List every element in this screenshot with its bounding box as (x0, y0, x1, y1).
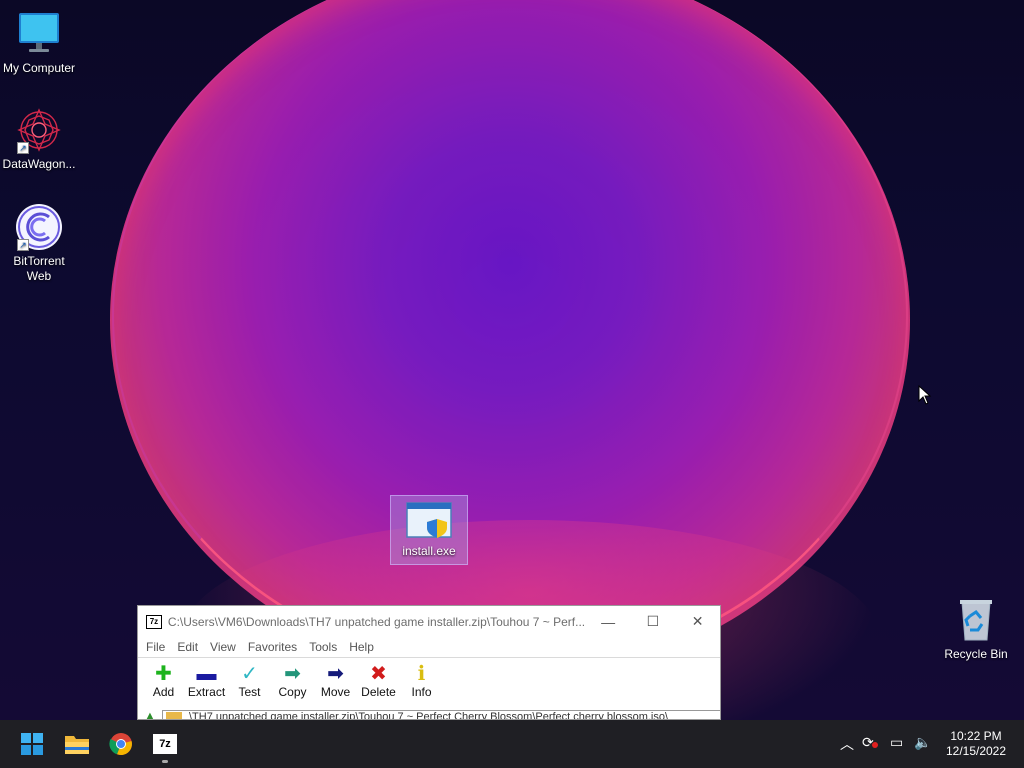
bittorrent-icon: ↗ (15, 203, 63, 251)
menu-help[interactable]: Help (343, 640, 380, 654)
menu-file[interactable]: File (140, 640, 171, 654)
desktop: My Computer ↗ DataWagon... ↗ BitTorrent … (0, 0, 1024, 720)
mouse-cursor-icon (918, 385, 932, 405)
volume-icon[interactable]: 🔈 (914, 734, 931, 751)
minimize-button[interactable]: — (586, 606, 631, 637)
desktop-icon-label: install.exe (402, 544, 456, 558)
info-button[interactable]: ℹ Info (400, 663, 443, 705)
desktop-icon-bittorrent-web[interactable]: ↗ BitTorrent Web (0, 203, 78, 284)
shortcut-arrow-icon: ↗ (17, 142, 29, 154)
copy-button[interactable]: ➡ Copy (271, 663, 314, 705)
extract-label: Extract (187, 685, 226, 699)
shortcut-arrow-icon: ↗ (17, 239, 29, 251)
chrome-button[interactable] (103, 726, 139, 762)
folder-up-icon[interactable]: ▲ (138, 710, 162, 719)
folder-icon (65, 736, 89, 754)
7zip-file-manager-window[interactable]: 7z C:\Users\VM6\Downloads\TH7 unpatched … (137, 605, 721, 720)
delete-button[interactable]: ✖ Delete (357, 663, 400, 705)
desktop-icon-label: DataWagon... (2, 157, 76, 171)
datawagon-icon: ↗ (15, 106, 63, 154)
installer-exe-icon (405, 501, 453, 541)
test-label: Test (238, 685, 261, 699)
file-explorer-button[interactable] (59, 726, 95, 762)
chrome-icon (109, 733, 132, 756)
desktop-icon-datawagon[interactable]: ↗ DataWagon... (0, 106, 78, 172)
clock-date: 12/15/2022 (945, 744, 1007, 758)
check-icon: ✓ (241, 663, 258, 685)
desktop-icon-label: My Computer (2, 61, 76, 75)
plus-icon: ✚ (155, 663, 172, 685)
info-label: Info (411, 685, 432, 699)
folder-icon (166, 712, 182, 719)
sync-alert-icon[interactable]: ⟳ (862, 734, 878, 751)
windows-logo-icon (21, 733, 43, 755)
desktop-icon-label: Recycle Bin (944, 647, 1008, 661)
delete-x-icon: ✖ (370, 663, 387, 685)
close-button[interactable]: ✕ (675, 606, 720, 637)
desktop-icon-recycle-bin[interactable]: Recycle Bin (937, 596, 1015, 662)
show-hidden-icons-chevron-icon[interactable]: ︿ (840, 734, 854, 754)
address-text: \TH7 unpatched game installer.zip\Touhou… (189, 711, 669, 720)
window-titlebar[interactable]: 7z C:\Users\VM6\Downloads\TH7 unpatched … (138, 606, 720, 637)
copy-arrow-icon: ➡ (284, 663, 301, 685)
address-bar: ▲ \TH7 unpatched game installer.zip\Touh… (138, 710, 720, 720)
menu-tools[interactable]: Tools (303, 640, 343, 654)
window-title: C:\Users\VM6\Downloads\TH7 unpatched gam… (167, 614, 586, 629)
7zip-taskbar-button[interactable]: 7z (147, 726, 183, 762)
move-button[interactable]: ➡ Move (314, 663, 357, 705)
taskbar: 7z ︿ ⟳ ▭ 🔈 10:22 PM 12/15/2022 (0, 720, 1024, 768)
menu-view[interactable]: View (204, 640, 242, 654)
copy-label: Copy (278, 685, 307, 699)
info-icon: ℹ (417, 663, 426, 685)
clock[interactable]: 10:22 PM 12/15/2022 (940, 729, 1012, 759)
minus-icon: ▬ (196, 663, 217, 685)
7zip-app-icon: 7z (146, 614, 162, 629)
clock-time: 10:22 PM (950, 729, 1002, 743)
menu-favorites[interactable]: Favorites (242, 640, 303, 654)
toolbar: ✚ Add ▬ Extract ✓ Test ➡ Copy ➡ Move ✖ D… (138, 657, 720, 705)
desktop-icon-install-exe[interactable]: install.exe (390, 495, 468, 565)
start-button[interactable] (14, 726, 50, 762)
move-arrow-icon: ➡ (327, 663, 344, 685)
address-field[interactable]: \TH7 unpatched game installer.zip\Touhou… (162, 710, 720, 720)
monitor-icon (15, 10, 63, 58)
menu-edit[interactable]: Edit (171, 640, 204, 654)
menu-bar: File Edit View Favorites Tools Help (138, 637, 720, 657)
add-label: Add (152, 685, 175, 699)
maximize-button[interactable]: ☐ (630, 606, 675, 637)
extract-button[interactable]: ▬ Extract (185, 663, 228, 705)
desktop-icon-my-computer[interactable]: My Computer (0, 10, 78, 76)
recycle-bin-icon (952, 596, 1000, 644)
network-icon[interactable]: ▭ (890, 734, 903, 751)
add-button[interactable]: ✚ Add (142, 663, 185, 705)
test-button[interactable]: ✓ Test (228, 663, 271, 705)
7zip-icon: 7z (153, 734, 177, 754)
running-indicator (162, 760, 168, 763)
move-label: Move (320, 685, 351, 699)
desktop-icon-label: BitTorrent Web (13, 254, 65, 283)
delete-label: Delete (361, 685, 396, 699)
